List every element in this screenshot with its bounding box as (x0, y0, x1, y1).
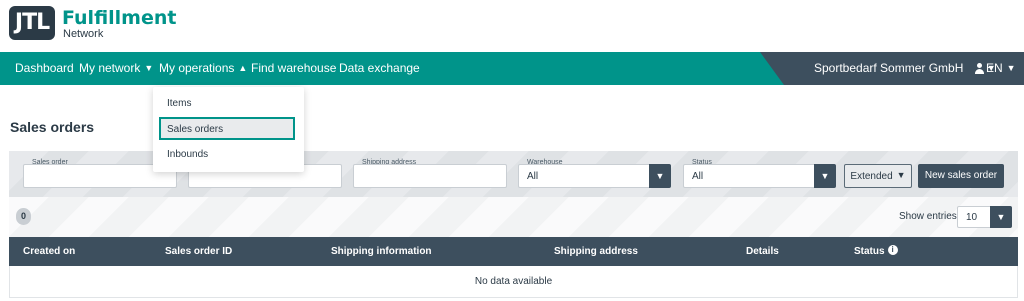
status-value: All (692, 171, 704, 182)
column-status-label: Status (854, 246, 885, 257)
info-icon[interactable]: i (887, 245, 898, 256)
table-body: No data available (9, 266, 1018, 298)
chevron-down-icon: ▼ (896, 170, 906, 180)
company-name: Sportbedarf Sommer GmbH (814, 61, 964, 75)
brand-name: Fulfillment (62, 7, 177, 29)
brand-subtitle: Network (63, 28, 104, 40)
brand-header: JTL Fulfillment Network (0, 0, 1024, 52)
page-title: Sales orders (10, 119, 95, 135)
column-shipping-address[interactable]: Shipping address (554, 237, 638, 266)
entries-per-page-select[interactable]: 10 ▼ (957, 206, 1012, 228)
column-created-on[interactable]: Created on (23, 237, 75, 266)
dropdown-item-inbounds[interactable]: Inbounds (167, 149, 208, 160)
column-shipping-information[interactable]: Shipping information (331, 237, 432, 266)
nav-data-exchange-label: Data exchange (339, 61, 420, 75)
my-operations-dropdown: Items Sales orders Inbounds (153, 87, 304, 172)
result-count-badge: 0 (16, 208, 31, 225)
chevron-down-icon[interactable]: ▼ (814, 164, 836, 188)
nav-account-area: Sportbedarf Sommer GmbH ▼ EN ▼ (784, 52, 1024, 85)
dropdown-item-label: Sales orders (167, 124, 224, 135)
nav-find-warehouse[interactable]: Find warehouse (251, 52, 336, 85)
nav-my-network-label: My network (79, 61, 141, 75)
warehouse-select[interactable]: All ▼ (518, 164, 671, 188)
dropdown-item-items[interactable]: Items (167, 98, 191, 109)
user-icon (974, 63, 985, 75)
nav-my-operations[interactable]: My operations ▲ (159, 52, 247, 85)
nav-my-network[interactable]: My network ▼ (79, 52, 153, 85)
status-select[interactable]: All ▼ (683, 164, 836, 188)
language-selector[interactable]: EN ▼ (986, 52, 1016, 85)
nav-data-exchange[interactable]: Data exchange (339, 52, 420, 85)
dropdown-item-sales-orders[interactable]: Sales orders (159, 117, 295, 140)
nav-right-divider (760, 52, 784, 85)
chevron-down-icon: ▼ (1006, 63, 1016, 73)
empty-table-message: No data available (474, 276, 553, 287)
main-navigation: Dashboard My network ▼ My operations ▲ Fin… (0, 52, 1024, 85)
column-sales-order-id[interactable]: Sales order ID (165, 237, 232, 266)
language-label: EN (986, 61, 1003, 75)
shipping-address-input[interactable] (353, 164, 507, 188)
extended-filter-button[interactable]: Extended ▼ (844, 164, 912, 188)
chevron-down-icon[interactable]: ▼ (990, 206, 1012, 228)
chevron-down-icon: ▼ (144, 63, 154, 73)
nav-dashboard[interactable]: Dashboard (15, 52, 74, 85)
entries-value: 10 (966, 212, 978, 223)
jtl-logo[interactable]: JTL (9, 6, 55, 40)
show-entries-label: Show entries (899, 211, 957, 222)
warehouse-value: All (527, 171, 539, 182)
nav-dashboard-label: Dashboard (15, 61, 74, 75)
nav-my-operations-label: My operations (159, 61, 235, 75)
table-header: Created on Sales order ID Shipping infor… (9, 237, 1018, 266)
table-toolbar (9, 197, 1018, 237)
extended-label: Extended (850, 171, 893, 182)
column-status[interactable]: Status i (854, 237, 898, 266)
chevron-down-icon[interactable]: ▼ (649, 164, 671, 188)
chevron-up-icon: ▲ (238, 63, 248, 73)
new-sales-order-button[interactable]: New sales order (918, 164, 1004, 188)
column-details[interactable]: Details (746, 237, 779, 266)
nav-find-warehouse-label: Find warehouse (251, 61, 337, 75)
account-menu[interactable]: Sportbedarf Sommer GmbH ▼ (814, 52, 996, 85)
